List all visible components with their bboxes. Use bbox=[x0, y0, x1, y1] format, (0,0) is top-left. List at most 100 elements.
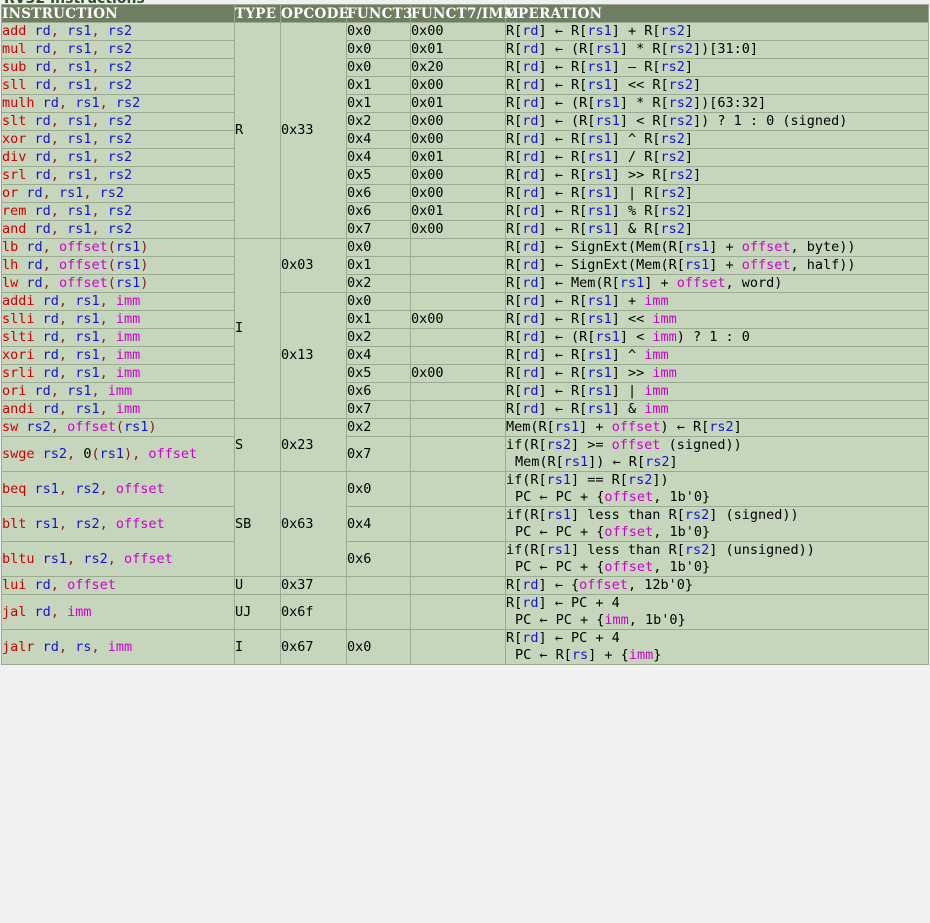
instruction-mnemonic: lh bbox=[2, 257, 19, 273]
instruction-operands: rd, rs1, rs2 bbox=[34, 113, 133, 129]
funct7-cell: 0x00 bbox=[410, 22, 506, 41]
instruction-mnemonic: jalr bbox=[2, 638, 35, 655]
opcode-cell: 0x37 bbox=[280, 576, 347, 595]
column-header-instruction: INSTRUCTION bbox=[1, 4, 235, 23]
instruction-cell: beq rs1, rs2, offset bbox=[1, 471, 235, 507]
instruction-operands: rd, rs, imm bbox=[42, 638, 133, 655]
instruction-mnemonic: xor bbox=[2, 131, 27, 147]
table-row: ori rd, rs1, imm 0x6 R[rd] ← R[rs1] | imm bbox=[1, 382, 929, 401]
funct3-cell: 0x5 bbox=[346, 364, 411, 383]
instruction-operands: rd, rs1, imm bbox=[42, 293, 141, 309]
table-row: jal rd, imm UJ 0x6f R[rd] ← PC + 4 PC ← PC +… bbox=[1, 594, 929, 630]
funct3-cell: 0x2 bbox=[346, 418, 411, 437]
type-cell: SB bbox=[234, 471, 281, 577]
instruction-operands: rd, rs1, rs2 bbox=[34, 149, 133, 165]
funct3-cell: 0x4 bbox=[346, 130, 411, 149]
operation-cell: Mem(R[rs1] + offset) ← R[rs2] bbox=[505, 418, 929, 437]
instruction-mnemonic: srli bbox=[2, 365, 35, 381]
funct3-cell: 0x1 bbox=[346, 94, 411, 113]
operation-cell: R[rd] ← R[rs1] >> imm bbox=[505, 364, 929, 383]
funct7-cell bbox=[410, 400, 506, 419]
opcode-cell: 0x67 bbox=[280, 629, 347, 665]
funct7-cell: 0x01 bbox=[410, 202, 506, 221]
funct3-cell: 0x6 bbox=[346, 184, 411, 203]
funct3-cell: 0x2 bbox=[346, 112, 411, 131]
instruction-cell: lh rd, offset(rs1) bbox=[1, 256, 235, 275]
opcode-cell: 0x33 bbox=[280, 22, 347, 239]
operation-cell: R[rd] ← R[rs1] ^ R[rs2] bbox=[505, 130, 929, 149]
column-header-type: TYPE bbox=[234, 4, 281, 23]
opcode-cell: 0x63 bbox=[280, 471, 347, 577]
instruction-operands: rd, offset bbox=[34, 577, 116, 593]
table-row: lb rd, offset(rs1) I 0x03 0x0 R[rd] ← SignEx… bbox=[1, 238, 929, 419]
instruction-cell: srl rd, rs1, rs2 bbox=[1, 166, 235, 185]
funct3-cell: 0x6 bbox=[346, 382, 411, 401]
instruction-cell: sw rs2, offset(rs1) bbox=[1, 418, 235, 437]
instruction-mnemonic: slti bbox=[2, 329, 35, 345]
instruction-cell: sll rd, rs1, rs2 bbox=[1, 76, 235, 95]
table-header: INSTRUCTION TYPE OPCODE FUNCT3 FUNCT7/IM… bbox=[1, 4, 929, 23]
instruction-mnemonic: lui bbox=[2, 577, 27, 593]
instruction-mnemonic: lw bbox=[2, 275, 19, 291]
instruction-operands: rd, rs1, rs2 bbox=[34, 59, 133, 75]
operation-cell: R[rd] ← R[rs1] % R[rs2] bbox=[505, 202, 929, 221]
funct7-cell bbox=[410, 576, 506, 595]
instruction-cell: or rd, rs1, rs2 bbox=[1, 184, 235, 203]
column-header-operation: OPERATION bbox=[505, 4, 929, 23]
instruction-operands: rs2, 0(rs1), offset bbox=[42, 445, 198, 462]
instruction-set-table: INSTRUCTION TYPE OPCODE FUNCT3 FUNCT7/IM… bbox=[1, 4, 929, 665]
instruction-cell: mul rd, rs1, rs2 bbox=[1, 40, 235, 59]
operation-cell: R[rd] ← R[rs1] & R[rs2] bbox=[505, 220, 929, 239]
instruction-cell: srli rd, rs1, imm bbox=[1, 364, 235, 383]
funct3-cell: 0x4 bbox=[346, 148, 411, 167]
funct7-cell bbox=[410, 418, 506, 437]
instruction-operands: rs1, rs2, offset bbox=[34, 515, 165, 532]
instruction-cell: div rd, rs1, rs2 bbox=[1, 148, 235, 167]
instruction-mnemonic: mul bbox=[2, 41, 27, 57]
instruction-mnemonic: andi bbox=[2, 401, 35, 417]
table-row: addi rd, rs1, imm 0x13 0x0 R[rd] ← R[rs1] +… bbox=[1, 292, 929, 419]
table-row: slli rd, rs1, imm 0x1 0x00 R[rd] ← R[rs1] <… bbox=[1, 310, 929, 329]
table-body: add rd, rs1, rs2 R 0x33 0x0 0x00 R[rd] ← R[rs… bbox=[1, 22, 929, 665]
funct3-cell: 0x4 bbox=[346, 506, 411, 542]
funct7-cell: 0x00 bbox=[410, 166, 506, 185]
operation-cell: R[rd] ← PC + 4 PC ← R[rs] + {imm} bbox=[505, 629, 929, 665]
column-header-funct7: FUNCT7/IMM bbox=[410, 4, 520, 23]
operation-cell: R[rd] ← (R[rs1] * R[rs2])[31:0] bbox=[505, 40, 929, 59]
instruction-mnemonic: slt bbox=[2, 113, 27, 129]
table-row: beq rs1, rs2, offset SB 0x63 0x0 if(R[rs1] =… bbox=[1, 471, 929, 577]
funct7-cell bbox=[410, 292, 506, 311]
instruction-cell: rem rd, rs1, rs2 bbox=[1, 202, 235, 221]
instruction-cell: andi rd, rs1, imm bbox=[1, 400, 235, 419]
funct7-cell: 0x01 bbox=[410, 148, 506, 167]
instruction-mnemonic: bltu bbox=[2, 550, 35, 567]
instruction-mnemonic: srl bbox=[2, 167, 27, 183]
operation-cell: R[rd] ← R[rs1] – R[rs2] bbox=[505, 58, 929, 77]
funct7-cell bbox=[410, 238, 506, 257]
instruction-operands: rd, rs1, imm bbox=[34, 383, 133, 399]
instruction-mnemonic: add bbox=[2, 23, 27, 39]
operation-cell: R[rd] ← R[rs1] + R[rs2] bbox=[505, 22, 929, 41]
instruction-operands: rd, rs1, rs2 bbox=[34, 131, 133, 147]
instruction-cell: add rd, rs1, rs2 bbox=[1, 22, 235, 41]
type-cell: U bbox=[234, 576, 281, 595]
instruction-operands: rd, offset(rs1) bbox=[26, 275, 149, 291]
funct7-cell: 0x00 bbox=[410, 130, 506, 149]
instruction-mnemonic: or bbox=[2, 185, 19, 201]
funct3-cell: 0x7 bbox=[346, 400, 411, 419]
operation-cell: R[rd] ← R[rs1] | R[rs2] bbox=[505, 184, 929, 203]
instruction-operands: rs2, offset(rs1) bbox=[26, 419, 157, 435]
operation-cell: R[rd] ← R[rs1] >> R[rs2] bbox=[505, 166, 929, 185]
instruction-operands: rd, rs1, rs2 bbox=[34, 203, 133, 219]
instruction-mnemonic: sub bbox=[2, 59, 27, 75]
table-row: xor rd, rs1, rs2 0x4 0x00 R[rd] ← R[rs1] ^ … bbox=[1, 130, 929, 149]
instruction-mnemonic: div bbox=[2, 149, 27, 165]
instruction-mnemonic: jal bbox=[2, 603, 27, 620]
table-row: lui rd, offset U 0x37 R[rd] ← {offset, 12b'… bbox=[1, 576, 929, 595]
funct3-cell: 0x7 bbox=[346, 220, 411, 239]
funct7-cell bbox=[410, 541, 506, 577]
type-cell: I bbox=[234, 238, 281, 419]
table-row: srl rd, rs1, rs2 0x5 0x00 R[rd] ← R[rs1] >>… bbox=[1, 166, 929, 185]
funct3-cell: 0x1 bbox=[346, 76, 411, 95]
instruction-cell: swge rs2, 0(rs1), offset bbox=[1, 436, 235, 472]
